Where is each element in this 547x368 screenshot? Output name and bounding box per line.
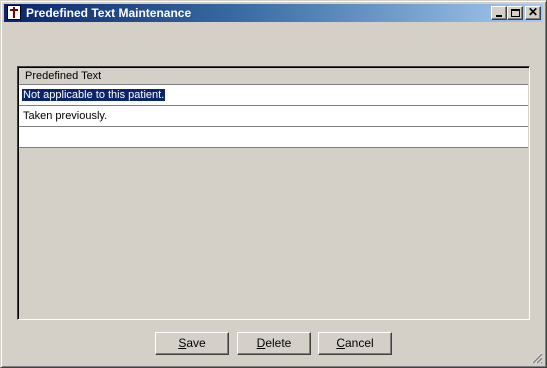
window-title: Predefined Text Maintenance bbox=[26, 6, 192, 20]
table-row[interactable]: Not applicable to this patient. bbox=[19, 85, 528, 106]
table-cell[interactable]: Not applicable to this patient. bbox=[20, 88, 167, 102]
column-header-predefined-text[interactable]: Predefined Text bbox=[19, 68, 528, 85]
resize-grip-icon[interactable] bbox=[531, 352, 543, 364]
title-bar[interactable]: Predefined Text Maintenance ✕ bbox=[4, 4, 543, 22]
delete-mnemonic: D bbox=[256, 336, 266, 350]
table-row[interactable]: Taken previously. bbox=[19, 106, 528, 127]
app-window: Predefined Text Maintenance ✕ Predefined… bbox=[0, 0, 547, 368]
predefined-text-grid[interactable]: Predefined Text Not applicable to this p… bbox=[17, 66, 530, 320]
maximize-button[interactable] bbox=[507, 6, 523, 20]
close-button[interactable]: ✕ bbox=[525, 5, 541, 20]
cancel-button[interactable]: Cancel bbox=[318, 332, 392, 355]
table-row[interactable] bbox=[19, 127, 528, 148]
delete-label: elete bbox=[265, 336, 292, 350]
close-icon: ✕ bbox=[527, 5, 539, 19]
save-button[interactable]: Save bbox=[155, 332, 229, 355]
maximize-icon bbox=[511, 9, 520, 17]
save-label: ave bbox=[186, 336, 206, 350]
table-cell[interactable]: Taken previously. bbox=[22, 110, 108, 122]
minimize-icon bbox=[496, 15, 502, 17]
cancel-mnemonic: C bbox=[336, 336, 345, 350]
minimize-button[interactable] bbox=[491, 6, 507, 20]
column-header-label: Predefined Text bbox=[25, 70, 102, 82]
cancel-label: ancel bbox=[344, 336, 374, 350]
caduceus-app-icon[interactable] bbox=[7, 5, 21, 20]
delete-button[interactable]: Delete bbox=[237, 332, 311, 355]
